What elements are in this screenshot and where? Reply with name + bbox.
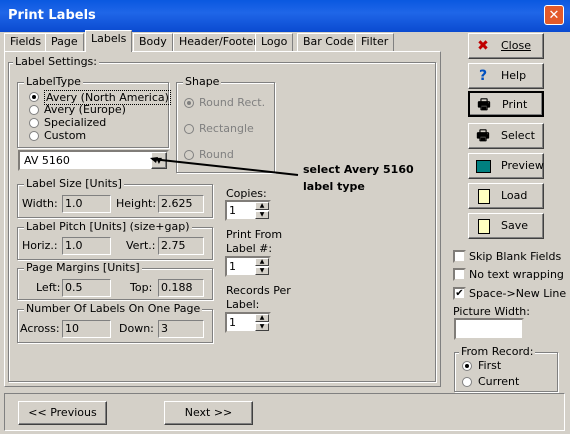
down-field[interactable]: 3: [158, 320, 204, 338]
print-button[interactable]: 🖶 Print: [468, 91, 544, 117]
width-label: Width:: [22, 197, 58, 210]
records-per-label-1: Records Per: [226, 284, 291, 297]
save-document-icon: [478, 219, 490, 234]
print-from-label-1: Print From: [226, 228, 283, 241]
vert-field[interactable]: 2.75: [158, 237, 204, 255]
radio-avery-north-america[interactable]: [29, 92, 39, 102]
page-margins-title: Page Margins [Units]: [24, 261, 142, 274]
radio-rectangle[interactable]: [184, 124, 194, 134]
radio-avery-europe[interactable]: [29, 105, 39, 115]
previous-button[interactable]: << Previous: [18, 401, 107, 425]
annotation-arrow: [150, 157, 299, 176]
label-type-option-2: Specialized: [44, 116, 107, 129]
tab-filter[interactable]: Filter: [355, 33, 395, 51]
help-button[interactable]: ? Help: [468, 63, 544, 89]
skip-blank-checkbox[interactable]: [453, 250, 466, 263]
shape-option-0: Round Rect.: [199, 96, 266, 109]
shape-option-1: Rectangle: [199, 122, 254, 135]
spin-up-icon[interactable]: ▲: [255, 202, 269, 210]
label-type-option-3: Custom: [44, 129, 87, 142]
next-button[interactable]: Next >>: [164, 401, 253, 425]
height-field[interactable]: 2.625: [158, 195, 204, 213]
printer-icon: 🖶: [477, 97, 491, 113]
space-newline-label: Space->New Line: [469, 287, 567, 300]
print-from-label-2: Label #:: [226, 242, 273, 255]
tab-page[interactable]: Page: [45, 33, 84, 51]
tab-labels[interactable]: Labels: [85, 30, 133, 52]
radio-round-rect[interactable]: [184, 98, 194, 108]
copies-value: 1: [229, 204, 236, 217]
save-button[interactable]: Save: [468, 213, 544, 239]
left-margin-label: Left:: [36, 281, 61, 294]
from-record-title: From Record:: [459, 345, 536, 358]
horiz-label: Horiz.:: [22, 239, 58, 252]
from-record-option-0: First: [478, 359, 502, 372]
records-per-label-2: Label:: [226, 298, 260, 311]
radio-first[interactable]: [462, 361, 472, 371]
preview-button[interactable]: Preview: [468, 153, 544, 179]
select-button[interactable]: 🖶 Select: [468, 123, 544, 149]
labels-per-page-title: Number Of Labels On One Page: [24, 302, 203, 315]
label-pitch-title: Label Pitch [Units] (size+gap): [24, 220, 192, 233]
print-from-value: 1: [229, 260, 236, 273]
spin-up-icon[interactable]: ▲: [255, 258, 269, 266]
tab-fields[interactable]: Fields: [4, 33, 48, 51]
from-record-option-1: Current: [478, 375, 520, 388]
tab-bar-code[interactable]: Bar Code: [297, 33, 360, 51]
close-button[interactable]: ✖ Close: [468, 33, 544, 59]
no-wrap-label: No text wrapping: [469, 268, 564, 281]
across-label: Across:: [20, 322, 60, 335]
annotation-line-2: label type: [303, 180, 365, 193]
spin-up-icon[interactable]: ▲: [255, 314, 269, 322]
copies-spinner[interactable]: 1 ▲ ▼: [225, 200, 271, 221]
height-label: Height:: [116, 197, 157, 210]
picture-width-input[interactable]: [454, 318, 524, 340]
width-field[interactable]: 1.0: [62, 195, 111, 213]
radio-custom[interactable]: [29, 131, 39, 141]
spin-down-icon[interactable]: ▼: [255, 323, 269, 331]
close-icon: ✖: [477, 38, 489, 54]
records-per-value: 1: [229, 316, 236, 329]
radio-specialized[interactable]: [29, 118, 39, 128]
label-settings-title: Label Settings:: [13, 55, 99, 68]
annotation-line-1: select Avery 5160: [303, 163, 414, 176]
across-field[interactable]: 10: [62, 320, 111, 338]
picture-width-label: Picture Width:: [453, 305, 530, 318]
window-close-button[interactable]: ✕: [544, 5, 564, 25]
load-document-icon: [478, 189, 490, 204]
label-size-title: Label Size [Units]: [24, 177, 124, 190]
records-per-spinner[interactable]: 1 ▲ ▼: [225, 312, 271, 333]
label-type-title: LabelType: [24, 75, 83, 88]
copies-label: Copies:: [226, 187, 267, 200]
tab-body[interactable]: Body: [133, 33, 173, 51]
tab-header-footer[interactable]: Header/Footer: [173, 33, 264, 51]
tab-logo[interactable]: Logo: [255, 33, 294, 51]
spin-down-icon[interactable]: ▼: [255, 267, 269, 275]
label-type-select[interactable]: AV 5160 ▼: [18, 150, 169, 171]
spin-down-icon[interactable]: ▼: [255, 211, 269, 219]
skip-blank-label: Skip Blank Fields: [469, 250, 562, 263]
vert-label: Vert.:: [126, 239, 156, 252]
shape-title: Shape: [183, 75, 222, 88]
label-type-option-1: Avery (Europe): [44, 103, 126, 116]
load-button[interactable]: Load: [468, 183, 544, 209]
window-title: Print Labels: [8, 8, 96, 23]
horiz-field[interactable]: 1.0: [62, 237, 111, 255]
down-label: Down:: [119, 322, 154, 335]
select-printer-icon: 🖶: [476, 128, 490, 144]
no-wrap-checkbox[interactable]: [453, 268, 466, 281]
print-from-spinner[interactable]: 1 ▲ ▼: [225, 256, 271, 277]
left-margin-field[interactable]: 0.5: [62, 279, 111, 297]
top-margin-label: Top:: [130, 281, 153, 294]
help-icon: ?: [478, 68, 488, 84]
space-newline-checkbox[interactable]: ✔: [453, 287, 466, 300]
radio-current[interactable]: [462, 377, 472, 387]
label-type-select-value: AV 5160: [24, 154, 70, 167]
preview-monitor-icon: [476, 160, 491, 173]
top-margin-field[interactable]: 0.188: [158, 279, 204, 297]
